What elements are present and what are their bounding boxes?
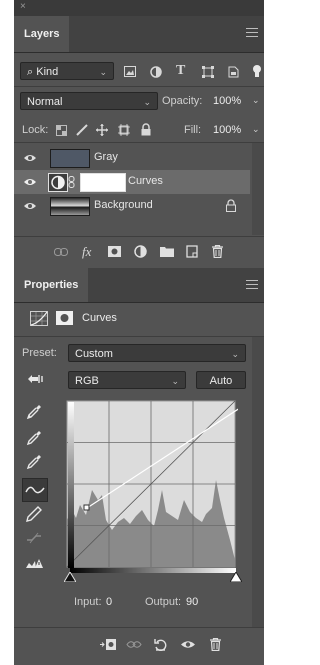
trash-icon[interactable]: [212, 245, 223, 258]
new-adjustment-icon[interactable]: [134, 245, 147, 258]
clipping-warning-icon[interactable]: [24, 554, 44, 574]
smart-object-filter-icon[interactable]: [228, 66, 239, 78]
chevron-down-icon: ⌄: [231, 349, 239, 359]
trash-icon[interactable]: [210, 638, 221, 651]
input-value[interactable]: 0: [106, 596, 112, 608]
properties-tab-bar: Properties: [14, 268, 264, 303]
preset-label: Preset:: [22, 347, 57, 359]
lock-all-icon[interactable]: [141, 123, 151, 136]
curves-adjustment-icon: [48, 173, 68, 192]
kind-label: Kind: [36, 66, 59, 78]
chevron-down-icon[interactable]: ⌄: [252, 124, 260, 135]
layer-mask-icon[interactable]: [56, 311, 73, 325]
output-label: Output:: [145, 596, 182, 608]
gray-point-eyedropper-icon[interactable]: [24, 428, 44, 448]
image-filter-icon[interactable]: [124, 66, 136, 77]
channel-dropdown[interactable]: RGB ⌄: [68, 371, 186, 389]
reset-icon[interactable]: [154, 638, 167, 651]
panel-title-bar: ×: [14, 0, 264, 16]
opacity-label: Opacity:: [162, 95, 203, 107]
clip-to-layer-icon[interactable]: [100, 639, 116, 650]
output-gradient-bar: [68, 402, 74, 568]
black-point-eyedropper-icon[interactable]: [24, 402, 44, 422]
filter-toggle-icon[interactable]: [252, 64, 262, 78]
layer-row-curves[interactable]: Curves: [14, 170, 250, 194]
white-point-eyedropper-icon[interactable]: [24, 452, 44, 472]
on-image-adjust-icon[interactable]: [26, 372, 46, 386]
layer-mask-icon[interactable]: [108, 246, 121, 257]
input-label: Input:: [74, 596, 102, 608]
panel-menu-icon[interactable]: [246, 28, 258, 38]
chevron-down-icon: ⌄: [99, 67, 107, 77]
layer-thumbnail: [50, 197, 90, 216]
layer-name[interactable]: Background: [94, 199, 153, 211]
visibility-eye-icon[interactable]: [24, 152, 36, 164]
visibility-eye-icon[interactable]: [24, 200, 36, 212]
new-group-icon[interactable]: [160, 246, 174, 257]
tab-properties[interactable]: Properties: [14, 268, 89, 302]
search-icon: ⌕: [27, 66, 34, 78]
visibility-eye-icon[interactable]: [24, 176, 36, 188]
view-previous-icon[interactable]: [126, 639, 142, 650]
layers-tab-bar: Layers: [14, 16, 264, 53]
lock-label: Lock:: [22, 124, 49, 136]
layer-name[interactable]: Gray: [94, 151, 118, 163]
layer-name[interactable]: Curves: [128, 175, 163, 187]
layers-scrollbar[interactable]: [252, 143, 264, 235]
curves-graph[interactable]: [66, 400, 238, 570]
layer-row-gray[interactable]: Gray: [14, 146, 250, 170]
black-point-slider[interactable]: [64, 572, 76, 582]
properties-title: Curves: [82, 312, 117, 324]
smooth-icon[interactable]: [24, 528, 44, 548]
layer-row-background[interactable]: Background: [14, 194, 250, 218]
shape-filter-icon[interactable]: [202, 66, 214, 78]
input-gradient-bar: [70, 568, 236, 573]
lock-position-icon[interactable]: [96, 124, 108, 136]
layer-filter-kind-dropdown[interactable]: ⌕ Kind ⌄: [20, 62, 114, 80]
chevron-down-icon[interactable]: ⌄: [252, 95, 260, 106]
photoshop-panels: × Layers ⌕ Kind ⌄ T Normal ⌄ Opacity: 10…: [14, 0, 264, 665]
fill-value[interactable]: 100%: [213, 124, 241, 136]
auto-button[interactable]: Auto: [196, 371, 246, 389]
panel-menu-icon[interactable]: [246, 280, 258, 290]
preset-dropdown[interactable]: Custom ⌄: [68, 344, 246, 362]
curves-adjustment-icon: [30, 311, 48, 326]
fill-label: Fill:: [184, 124, 202, 136]
curve-control-point: [83, 504, 90, 511]
blend-mode-value: Normal: [27, 96, 63, 108]
tab-layers[interactable]: Layers: [14, 16, 70, 52]
chevron-down-icon: ⌄: [143, 97, 151, 107]
lock-image-pixels-icon[interactable]: [76, 124, 88, 136]
pencil-icon[interactable]: [24, 504, 44, 524]
visibility-icon[interactable]: [180, 639, 196, 650]
properties-scrollbar[interactable]: [252, 337, 264, 627]
fx-icon[interactable]: fx: [82, 244, 91, 260]
blend-mode-dropdown[interactable]: Normal ⌄: [20, 92, 158, 110]
close-icon[interactable]: ×: [20, 1, 26, 12]
curve-points-icon[interactable]: [22, 478, 48, 502]
type-filter-icon[interactable]: T: [176, 63, 185, 79]
chain-link-icon[interactable]: [68, 176, 76, 188]
lock-transparent-pixels-icon[interactable]: [56, 125, 67, 136]
link-layers-icon[interactable]: [54, 248, 68, 257]
output-value[interactable]: 90: [186, 596, 198, 608]
lock-artboard-icon[interactable]: [118, 124, 130, 136]
layer-thumbnail: [50, 149, 90, 168]
new-layer-icon[interactable]: [186, 245, 198, 258]
preset-value: Custom: [75, 348, 113, 360]
opacity-value[interactable]: 100%: [213, 95, 241, 107]
adjustment-filter-icon[interactable]: [150, 66, 162, 78]
channel-value: RGB: [75, 375, 99, 387]
lock-icon: [226, 199, 236, 212]
white-point-slider[interactable]: [230, 572, 242, 582]
layer-mask-thumbnail[interactable]: [80, 173, 126, 192]
chevron-down-icon: ⌄: [171, 376, 179, 386]
